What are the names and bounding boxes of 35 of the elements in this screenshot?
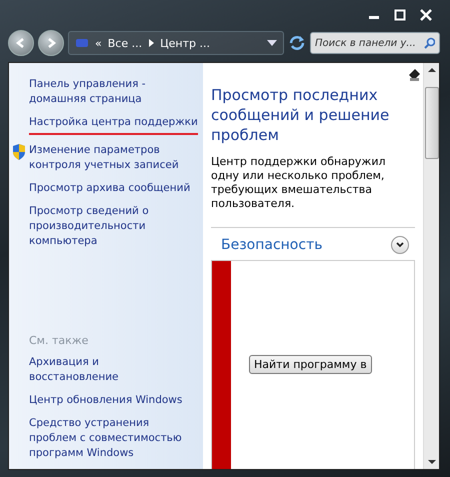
address-bar[interactable]: « Все ... Центр ... [68,31,284,55]
sidebar-link[interactable]: Архивация и восстановление [29,355,191,385]
scroll-down-icon[interactable] [428,459,436,465]
sidebar-link[interactable]: Средство устранения проблем с совместимостью программ Windows [29,416,191,461]
scroll-up-icon[interactable] [428,67,436,73]
maximize-button[interactable] [394,9,406,21]
back-button[interactable] [8,30,34,56]
chevron-right-icon [148,39,154,47]
scrollbar[interactable] [423,63,439,469]
forward-button[interactable] [38,30,64,56]
description-text: Центр поддержки обнаружил одну или несколько проблем, требующих вмешательства пользователя. [211,155,386,211]
sidebar-link[interactable]: Панель управления - домашняя страница [29,77,191,107]
breadcrumb[interactable]: Центр ... [160,36,210,50]
sidebar-link[interactable]: Изменение параметров контроля учетных записей [29,143,191,173]
sidebar-link[interactable]: Просмотр сведений о производительности компьютера [29,204,191,249]
find-program-button[interactable]: Найти программу в [249,355,372,374]
shield-icon [12,144,26,160]
breadcrumb[interactable]: Все ... [108,36,142,50]
control-panel-icon [75,37,89,49]
scrollbar-thumb[interactable] [424,87,438,159]
chevron-down-icon [396,242,404,248]
close-button[interactable] [420,9,432,21]
section-link[interactable]: Безопасность [221,237,322,253]
page-title: Просмотр последних сообщений и решение проблем [211,85,390,145]
search-field[interactable]: Поиск в панели у... [310,32,440,54]
sidebar-link[interactable]: Просмотр архива сообщений [29,181,190,196]
refresh-icon[interactable] [288,35,306,51]
search-icon[interactable] [424,37,435,49]
expand-button[interactable] [391,236,409,254]
sidebar-link[interactable]: Настройка центра поддержки [29,115,198,135]
flag-icon [407,67,421,81]
dropdown-icon[interactable] [267,40,277,46]
sidebar-link[interactable]: Центр обновления Windows [29,393,191,408]
see-also-heading: См. также [29,334,90,347]
overflow-button[interactable]: « [95,36,102,50]
